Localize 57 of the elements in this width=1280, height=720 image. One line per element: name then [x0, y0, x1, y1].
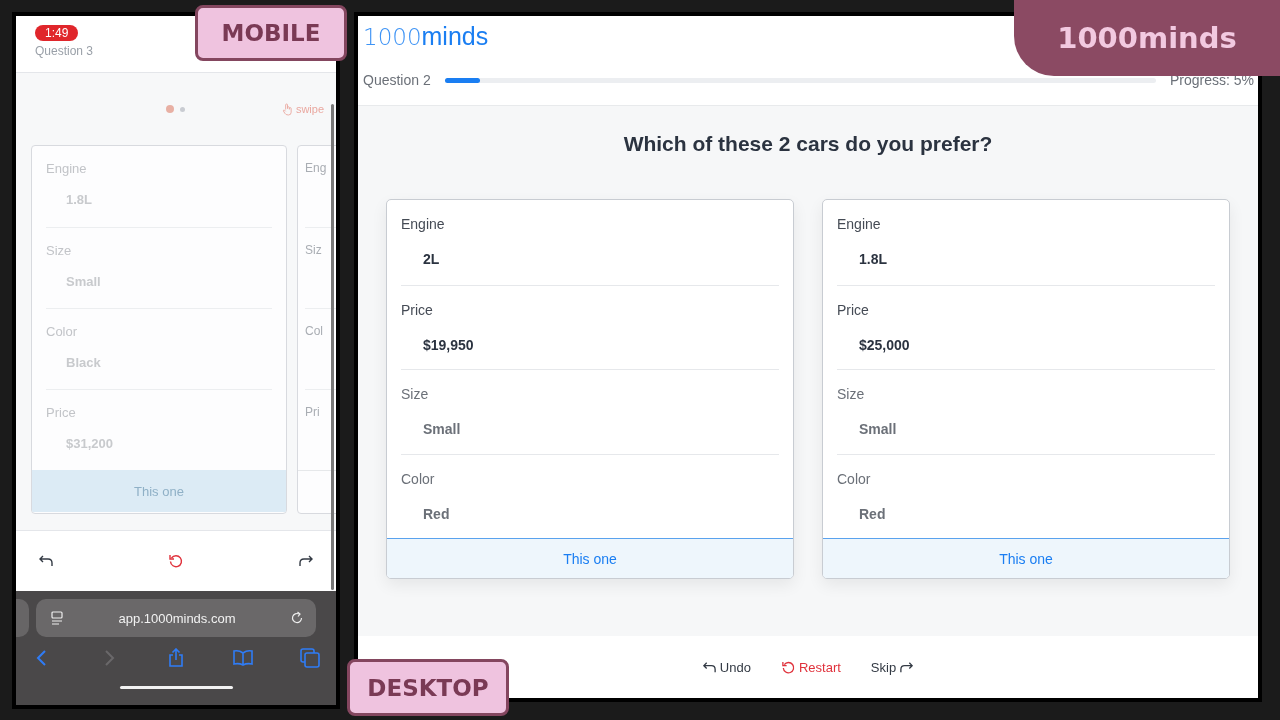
brand-badge: 1000minds [1014, 0, 1280, 76]
attribute-label: Color [46, 324, 79, 339]
share-icon[interactable] [166, 648, 186, 668]
attribute-value: Small [859, 421, 898, 437]
question-label: Question 2 [363, 72, 431, 88]
attribute-value: $19,950 [423, 336, 475, 353]
url-text: app.1000minds.com [117, 610, 237, 626]
restart-icon [168, 553, 184, 569]
status-time: 1:49 [35, 25, 79, 41]
attribute-label: Price [401, 301, 434, 318]
attribute-label: Size [401, 386, 430, 402]
question-label: Question 3 [35, 44, 94, 58]
attribute-label: Price [837, 301, 870, 318]
scrollbar[interactable] [331, 104, 334, 590]
attribute-label: Eng [305, 161, 328, 175]
attribute-label: Engine [401, 216, 446, 232]
undo-button[interactable]: Undo [701, 659, 751, 675]
attribute-value: $25,000 [859, 336, 911, 353]
attribute-label: Color [401, 470, 436, 487]
redo-icon [298, 553, 314, 569]
choose-button[interactable]: This one [823, 538, 1229, 578]
reader-icon [50, 611, 64, 625]
logo: 1000minds [363, 22, 489, 51]
attribute-label: Size [46, 243, 73, 258]
attribute-label: Engine [837, 216, 882, 232]
pager-dot[interactable] [180, 106, 185, 112]
swipe-text: swipe [295, 103, 324, 115]
skip-button[interactable]: Skip [870, 659, 915, 675]
undo-icon [38, 553, 54, 569]
attribute-value: Red [859, 505, 887, 522]
attribute-label: Pri [305, 405, 321, 419]
address-bar[interactable]: app.1000minds.com [36, 599, 316, 637]
tab-preview[interactable] [16, 599, 29, 637]
attribute-value: Red [423, 505, 451, 522]
restart-icon [780, 659, 796, 675]
tabs-icon[interactable] [300, 648, 320, 668]
desktop-badge: DESKTOP [347, 659, 509, 716]
attribute-value: 1.8L [859, 251, 888, 267]
hand-icon [281, 102, 293, 116]
bookmarks-icon[interactable] [233, 648, 253, 668]
pager-dot[interactable] [166, 105, 174, 113]
attribute-label: Siz [305, 243, 323, 257]
undo-button[interactable] [38, 553, 54, 569]
skip-button[interactable] [298, 553, 314, 569]
attribute-label: Engine [46, 161, 88, 176]
choose-button[interactable]: This one [387, 538, 793, 578]
mobile-badge: MOBILE [195, 5, 347, 61]
attribute-label: Size [837, 386, 866, 402]
reload-icon[interactable] [290, 611, 304, 625]
attribute-value: 2L [423, 251, 441, 267]
restart-button[interactable]: Restart [780, 659, 841, 675]
attribute-label: Col [305, 324, 324, 338]
attribute-label: Color [837, 470, 872, 487]
question-title: Which of these 2 cars do you prefer? [623, 132, 993, 156]
attribute-value: Small [423, 421, 462, 437]
attribute-label: Price [46, 405, 77, 420]
restart-button[interactable] [168, 553, 184, 569]
